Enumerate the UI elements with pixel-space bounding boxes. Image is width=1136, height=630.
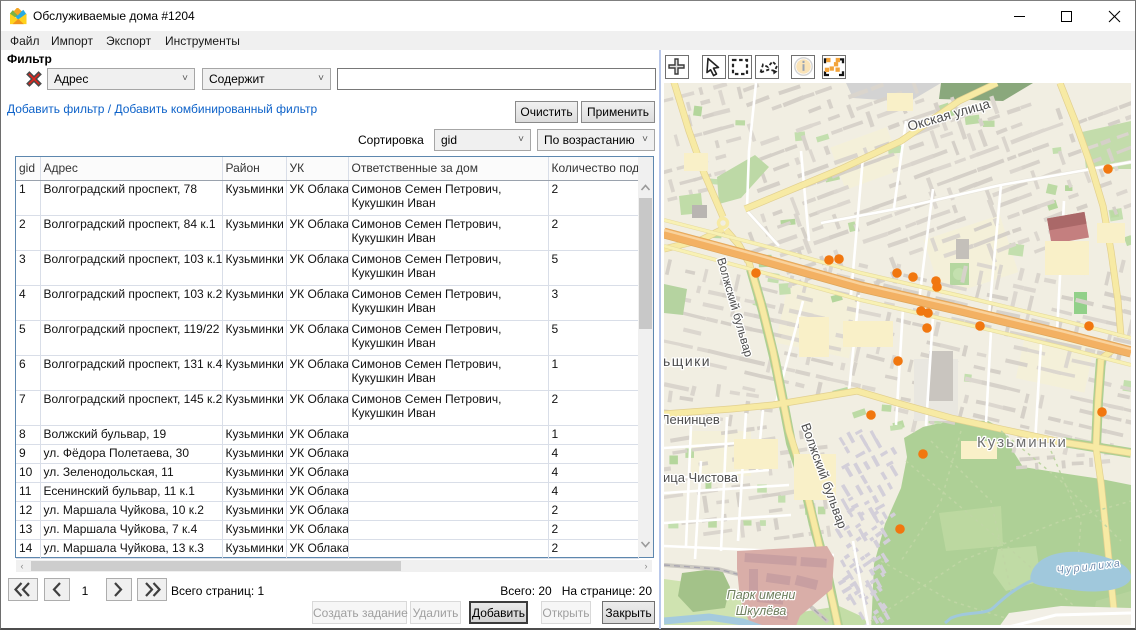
svg-text:Парк имени: Парк имени	[727, 588, 796, 602]
svg-text:ьщики: ьщики	[664, 353, 711, 369]
svg-text:Ленинцев: Ленинцев	[664, 412, 720, 427]
svg-text:ица Чистова: ица Чистова	[664, 470, 739, 485]
svg-text:Шкулёва: Шкулёва	[736, 604, 787, 618]
svg-text:Кузьминки: Кузьминки	[977, 434, 1068, 451]
